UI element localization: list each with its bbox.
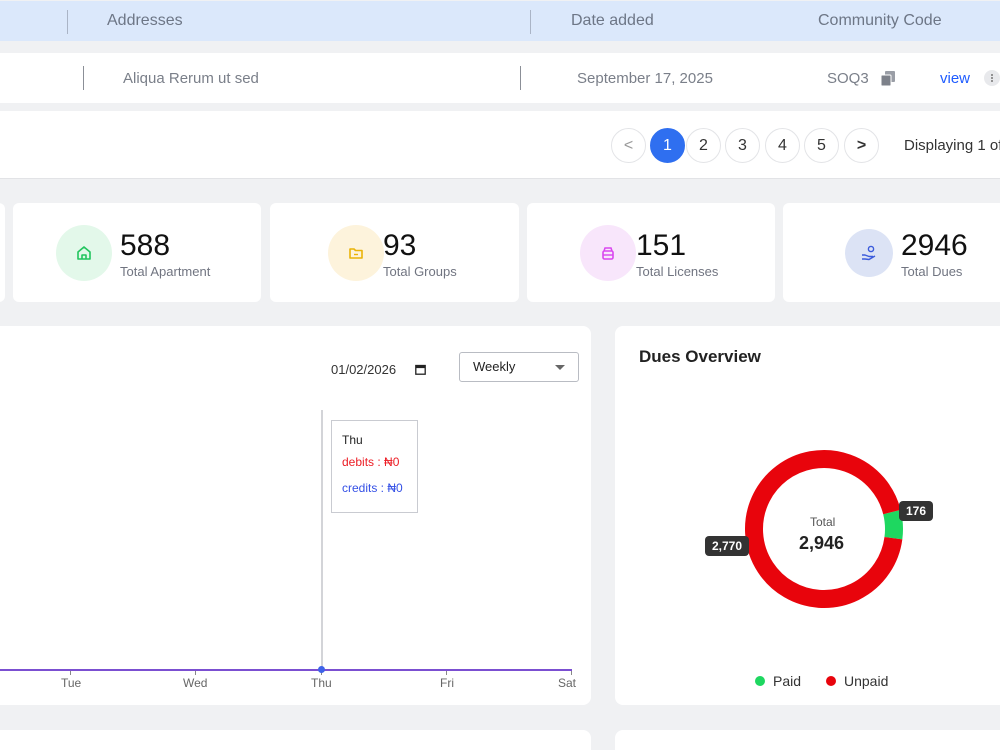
address-cell: Aliqua Rerum ut sed	[123, 70, 259, 87]
community-code-cell: SOQ3	[827, 70, 869, 87]
column-divider	[67, 10, 68, 34]
prev-page-button[interactable]: <	[611, 128, 646, 163]
tooltip-credits: credits : ₦0	[342, 481, 403, 495]
donut-total-label: Total	[810, 515, 836, 529]
dues-overview-title: Dues Overview	[639, 347, 761, 366]
x-label-tue: Tue	[61, 676, 82, 690]
donut-total-value: 2,946	[799, 533, 845, 553]
period-select-value: Weekly	[473, 359, 516, 374]
hover-line	[321, 410, 323, 670]
legend-paid-swatch	[755, 676, 765, 686]
stat-card-partial	[0, 203, 5, 302]
home-icon	[56, 225, 112, 281]
table-header: Addresses Date added Community Code	[0, 1, 1000, 41]
transactions-chart-panel	[0, 326, 591, 705]
header-addresses: Addresses	[107, 12, 183, 29]
date-cell: September 17, 2025	[577, 70, 713, 87]
x-label-wed: Wed	[183, 676, 208, 690]
stat-card-licenses: 151 Total Licenses	[527, 203, 775, 302]
stat-label: Total Dues	[901, 264, 963, 279]
view-link[interactable]: view	[940, 70, 970, 87]
hand-coin-icon	[845, 229, 893, 277]
stat-label: Total Apartment	[120, 264, 211, 279]
stat-value: 2946	[901, 229, 968, 262]
legend-unpaid-label[interactable]: Unpaid	[844, 673, 888, 689]
chevron-down-icon	[555, 365, 565, 370]
copy-icon[interactable]	[881, 71, 895, 86]
page-1-button[interactable]: 1	[650, 128, 685, 163]
stat-card-groups: 93 Total Groups	[270, 203, 519, 302]
donut-slice-unpaid[interactable]	[745, 450, 903, 608]
stat-card-apartments: 588 Total Apartment	[13, 203, 261, 302]
tooltip-debits: debits : ₦0	[342, 455, 400, 469]
page-5-button[interactable]: 5	[804, 128, 839, 163]
x-tick	[195, 671, 196, 675]
period-select[interactable]: Weekly	[459, 352, 579, 382]
table-row: Aliqua Rerum ut sed September 17, 2025 S…	[0, 53, 1000, 103]
header-community-code: Community Code	[818, 12, 942, 29]
bottom-left-panel	[0, 730, 591, 750]
column-divider	[530, 10, 531, 34]
dues-donut-chart	[745, 450, 903, 608]
x-tick	[70, 671, 71, 675]
next-page-button[interactable]: >	[844, 128, 879, 163]
bottom-right-panel	[615, 730, 1000, 750]
stat-value: 588	[120, 229, 171, 262]
x-label-thu: Thu	[311, 676, 332, 690]
donut-slice-paid[interactable]	[883, 509, 903, 540]
page-3-button[interactable]: 3	[725, 128, 760, 163]
stat-value: 151	[636, 229, 687, 262]
pagination-status: Displaying 1 of	[904, 137, 1000, 154]
date-picker-input[interactable]: 01/02/2026	[331, 362, 396, 377]
page-4-button[interactable]: 4	[765, 128, 800, 163]
calendar-icon[interactable]	[415, 364, 426, 375]
unpaid-value-badge: 2,770	[705, 536, 750, 556]
column-divider	[83, 66, 84, 90]
stat-value: 93	[383, 229, 417, 262]
stat-label: Total Licenses	[636, 264, 719, 279]
paid-value-badge: 176	[899, 501, 934, 521]
x-tick	[446, 671, 447, 675]
x-label-sat: Sat	[558, 676, 577, 690]
chart-tooltip: Thu debits : ₦0 credits : ₦0	[331, 420, 418, 513]
pagination-bar: < 1 2 3 4 5 > Displaying 1 of	[0, 111, 1000, 179]
page-2-button[interactable]: 2	[686, 128, 721, 163]
stat-label: Total Groups	[383, 264, 457, 279]
folder-icon	[328, 225, 384, 281]
license-icon	[580, 225, 636, 281]
more-options-icon[interactable]	[984, 70, 1000, 86]
hover-point	[318, 666, 325, 673]
legend-paid-label[interactable]: Paid	[773, 673, 801, 689]
legend-unpaid-swatch	[826, 676, 836, 686]
tooltip-day: Thu	[342, 433, 363, 447]
column-divider	[520, 66, 521, 90]
x-label-fri: Fri	[440, 676, 454, 690]
header-date-added: Date added	[571, 12, 654, 29]
chart-series-line	[0, 669, 572, 671]
stat-card-dues: 2946 Total Dues	[783, 203, 1000, 302]
x-tick	[571, 671, 572, 675]
